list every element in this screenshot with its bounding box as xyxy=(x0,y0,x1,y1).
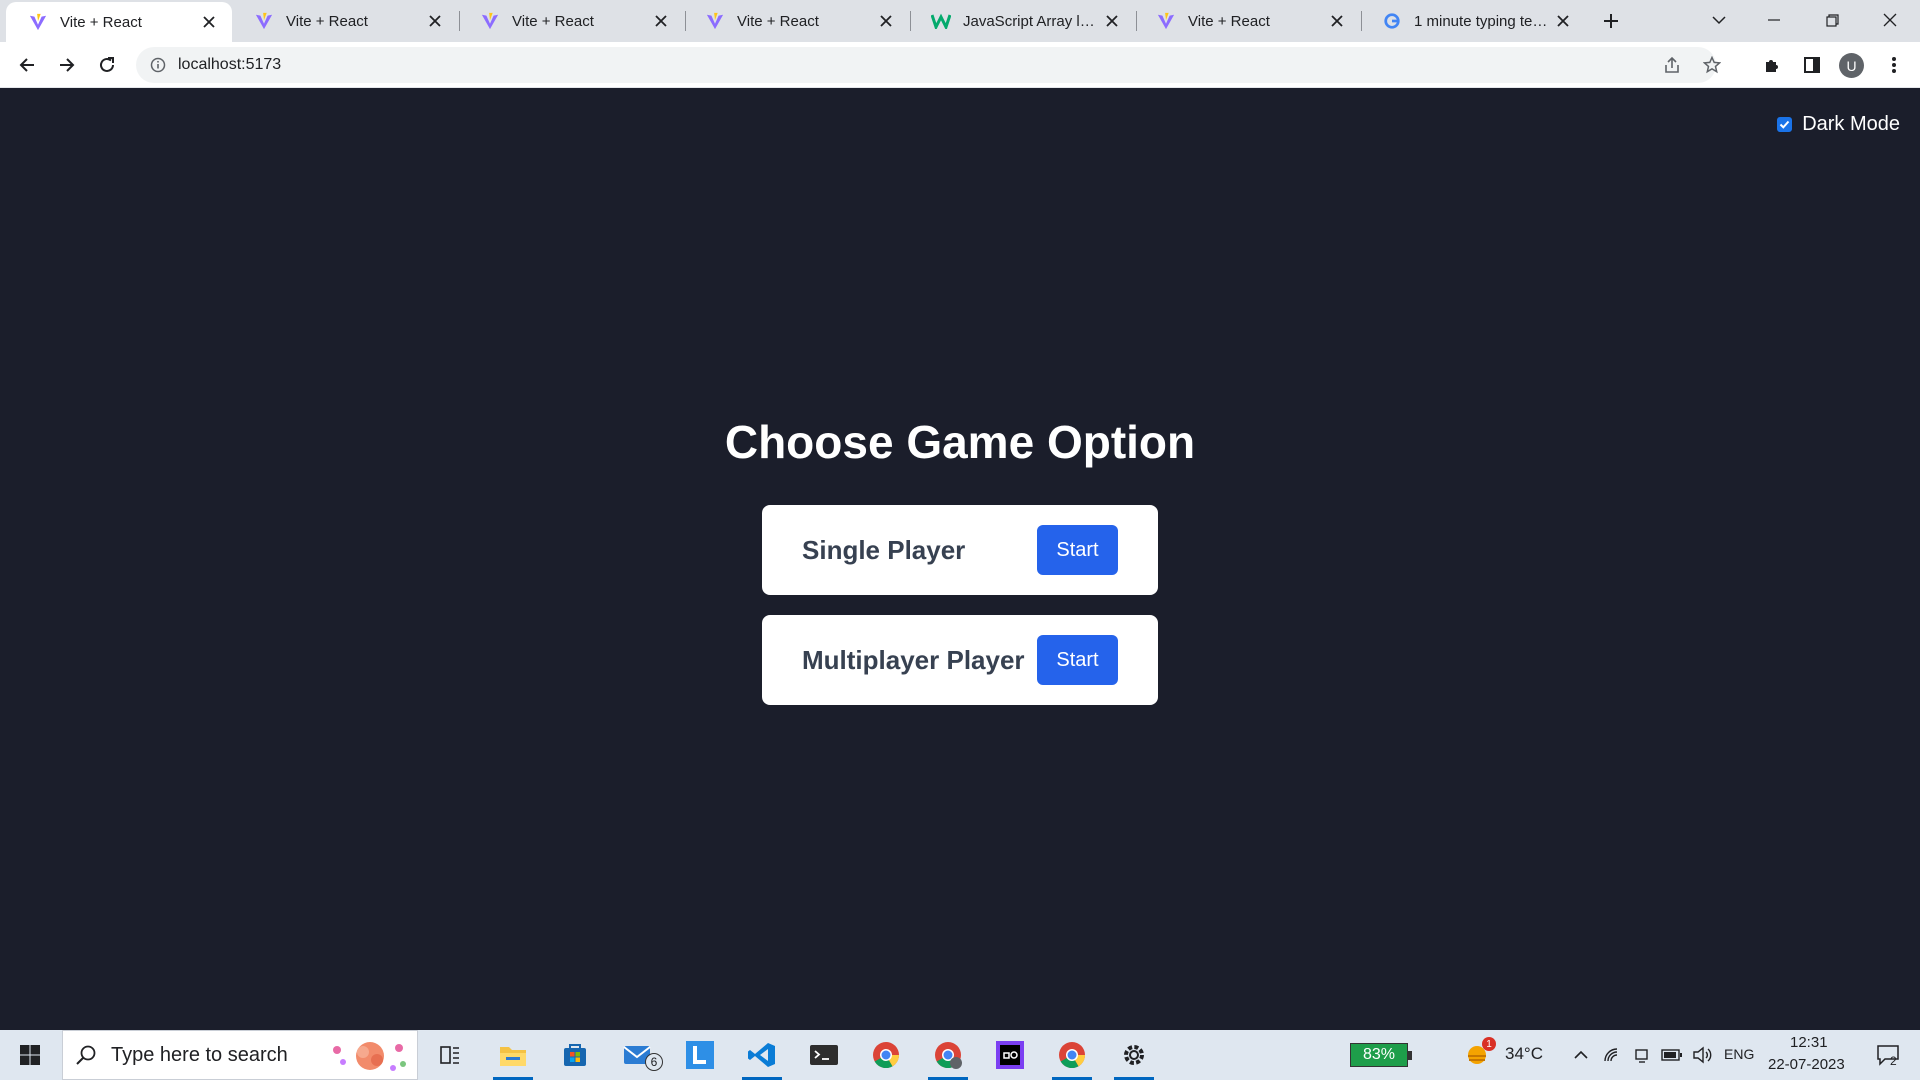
close-icon[interactable] xyxy=(1324,8,1350,34)
search-placeholder: Type here to search xyxy=(111,1043,288,1066)
vite-icon xyxy=(28,12,48,32)
close-icon[interactable] xyxy=(873,8,899,34)
chrome-alt-icon[interactable] xyxy=(1044,1030,1100,1080)
vite-icon xyxy=(1156,11,1176,31)
windows-taskbar: Type here to search 6 83% 1 34°C ENG 12:… xyxy=(0,1030,1920,1080)
tab-vite-react-1[interactable]: Vite + React xyxy=(6,2,232,42)
multiplayer-card: Multiplayer Player Start xyxy=(762,615,1158,705)
single-player-card: Single Player Start xyxy=(762,505,1158,595)
tab-title: Vite + React xyxy=(60,13,142,31)
side-panel-icon[interactable] xyxy=(1796,49,1828,81)
notification-badge: 2 xyxy=(1890,1054,1897,1068)
tab-vite-react-5[interactable]: Vite + React xyxy=(1134,0,1360,42)
single-player-label: Single Player xyxy=(802,534,966,565)
tab-search-button[interactable] xyxy=(1690,0,1748,40)
tab-title: Vite + React xyxy=(512,12,594,30)
close-icon[interactable] xyxy=(648,8,674,34)
profile-avatar[interactable]: U xyxy=(1839,53,1864,78)
windows-start-icon[interactable] xyxy=(0,1030,60,1080)
tab-title: Vite + React xyxy=(737,12,819,30)
file-explorer-icon[interactable] xyxy=(485,1030,541,1080)
l-app-icon[interactable] xyxy=(672,1030,728,1080)
language-indicator[interactable]: ENG xyxy=(1724,1046,1754,1062)
multiplayer-start-button[interactable]: Start xyxy=(1037,635,1118,685)
vscode-icon[interactable] xyxy=(734,1030,790,1080)
tab-javascript-array[interactable]: JavaScript Array length xyxy=(909,0,1135,42)
close-icon[interactable] xyxy=(1099,8,1125,34)
dark-mode-label: Dark Mode xyxy=(1802,113,1900,135)
clock-date[interactable]: 22-07-2023 xyxy=(1768,1056,1845,1073)
page-title: Choose Game Option xyxy=(724,416,1196,468)
multiplayer-label: Multiplayer Player xyxy=(802,644,1025,675)
taskbar-search-box[interactable]: Type here to search xyxy=(62,1030,418,1080)
close-icon[interactable] xyxy=(196,9,222,35)
chrome-icon[interactable] xyxy=(858,1030,914,1080)
chrome-profile-icon[interactable] xyxy=(920,1030,976,1080)
new-tab-button[interactable] xyxy=(1596,6,1626,36)
battery-indicator[interactable]: 83% xyxy=(1350,1043,1412,1067)
share-icon[interactable] xyxy=(1658,51,1686,79)
tab-vite-react-2[interactable]: Vite + React xyxy=(232,0,458,42)
extensions-icon[interactable] xyxy=(1756,49,1788,81)
vite-icon xyxy=(480,11,500,31)
task-view-icon[interactable] xyxy=(422,1030,478,1080)
minimize-button[interactable] xyxy=(1745,0,1803,40)
meet-now-icon[interactable] xyxy=(1630,1030,1654,1080)
volume-icon[interactable] xyxy=(1690,1030,1714,1080)
weather-badge: 1 xyxy=(1482,1037,1496,1051)
vite-icon xyxy=(705,11,725,31)
kebab-menu-icon[interactable] xyxy=(1878,49,1910,81)
search-highlight-icon xyxy=(325,1036,411,1076)
tab-vite-react-3[interactable]: Vite + React xyxy=(458,0,684,42)
close-icon[interactable] xyxy=(422,8,448,34)
tab-title: 1 minute typing test p xyxy=(1414,12,1550,30)
dark-mode-checkbox[interactable] xyxy=(1777,117,1793,132)
tab-title: Vite + React xyxy=(286,12,368,30)
settings-gear-icon[interactable] xyxy=(1106,1030,1162,1080)
info-icon[interactable] xyxy=(148,55,168,75)
address-bar[interactable]: localhost:5173 xyxy=(136,47,1721,83)
wifi-icon[interactable] xyxy=(1600,1030,1624,1080)
close-window-button[interactable] xyxy=(1861,0,1919,40)
tab-title: Vite + React xyxy=(1188,12,1270,30)
reload-button[interactable] xyxy=(91,49,123,81)
google-icon xyxy=(1382,11,1402,31)
single-player-start-button[interactable]: Start xyxy=(1037,525,1118,575)
close-icon[interactable] xyxy=(1550,8,1576,34)
w3schools-icon xyxy=(931,11,951,31)
temperature-text[interactable]: 34°C xyxy=(1505,1044,1543,1064)
forward-button[interactable] xyxy=(51,49,83,81)
back-button[interactable] xyxy=(11,49,43,81)
tab-typing-test[interactable]: 1 minute typing test p xyxy=(1360,0,1586,42)
notification-center-icon[interactable]: 2 xyxy=(1868,1030,1908,1080)
tab-strip: Vite + React Vite + React Vite + React V… xyxy=(0,0,1920,42)
bookmark-star-icon[interactable] xyxy=(1698,51,1726,79)
vite-icon xyxy=(254,11,274,31)
restore-button[interactable] xyxy=(1803,0,1861,40)
weather-icon[interactable]: 1 xyxy=(1464,1030,1496,1080)
search-icon xyxy=(75,1044,97,1066)
microsoft-store-icon[interactable] xyxy=(547,1030,603,1080)
clock-time[interactable]: 12:31 xyxy=(1790,1034,1828,1051)
url-text: localhost:5173 xyxy=(178,56,282,73)
dark-mode-toggle[interactable]: Dark Mode xyxy=(1777,113,1900,136)
page-content: Dark Mode Choose Game Option Single Play… xyxy=(0,89,1920,1030)
chevron-up-icon[interactable] xyxy=(1570,1030,1592,1080)
terminal-icon[interactable] xyxy=(796,1030,852,1080)
mail-icon[interactable]: 6 xyxy=(610,1030,666,1080)
tab-title: JavaScript Array length xyxy=(963,12,1099,30)
browser-toolbar: localhost:5173 U xyxy=(0,42,1920,88)
goland-icon[interactable] xyxy=(982,1030,1038,1080)
tab-vite-react-4[interactable]: Vite + React xyxy=(683,0,909,42)
battery-icon[interactable] xyxy=(1660,1030,1684,1080)
mail-badge: 6 xyxy=(645,1053,663,1071)
